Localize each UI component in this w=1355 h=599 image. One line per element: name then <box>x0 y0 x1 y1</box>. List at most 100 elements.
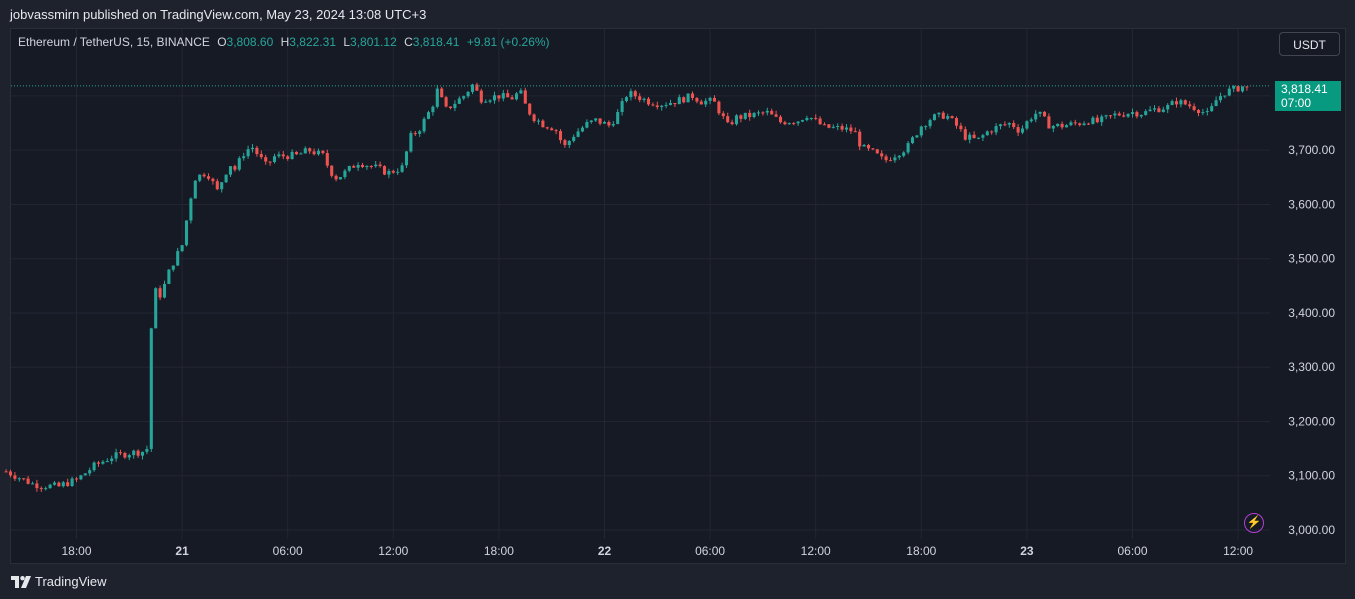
candle-body <box>998 124 1003 127</box>
x-tick-label: 06:00 <box>273 544 303 558</box>
x-tick-label: 12:00 <box>378 544 408 558</box>
candle-body <box>761 112 765 114</box>
candle-body <box>695 97 699 102</box>
candle-body <box>224 174 228 183</box>
candle-body <box>83 473 87 476</box>
candle-body <box>382 166 387 175</box>
candlestick-chart[interactable]: 3,000.00 3,100.00 3,200.00 3,300.00 3,400.00… <box>0 0 1355 599</box>
candle-body <box>959 125 963 130</box>
candle-body <box>893 157 897 161</box>
candle-body <box>158 288 162 298</box>
candle-body <box>902 152 906 156</box>
candle-body <box>866 144 871 149</box>
candle-body <box>13 475 17 479</box>
y-tick-label: 3,000.00 <box>1288 523 1335 537</box>
candle-body <box>88 470 92 474</box>
candle-body <box>884 156 888 161</box>
candle-body <box>264 157 268 162</box>
candle-body <box>954 118 959 126</box>
candle-body <box>1152 108 1157 110</box>
candle-body <box>1025 121 1029 129</box>
candle-body <box>708 97 712 101</box>
candle-body <box>589 120 593 123</box>
candle-body <box>35 483 39 489</box>
candle-body <box>457 98 461 104</box>
candle-body <box>193 180 197 199</box>
candle-body <box>919 126 923 136</box>
candle-body <box>1148 109 1152 112</box>
candle-body <box>1236 86 1240 92</box>
candle-body <box>440 88 444 98</box>
candle-body <box>184 220 189 246</box>
lightning-bolt-icon[interactable]: ⚡ <box>1244 513 1264 533</box>
candle-body <box>638 96 642 100</box>
candle-body <box>110 458 114 462</box>
candle-body <box>972 134 976 138</box>
candle-body <box>453 103 457 109</box>
candle-body <box>576 131 580 137</box>
candle-body <box>1056 123 1060 126</box>
candle-body <box>800 120 805 122</box>
candle-body <box>237 158 241 170</box>
candle-body <box>123 452 127 458</box>
candle-body <box>580 127 585 132</box>
candle-body <box>682 97 686 103</box>
tradingview-brand[interactable]: TradingView <box>11 574 107 589</box>
candle-body <box>941 112 945 119</box>
candle-body <box>365 166 369 168</box>
candle-body <box>1174 101 1179 105</box>
candle-body <box>598 118 602 124</box>
candle-body <box>968 134 972 140</box>
candle-body <box>1170 101 1174 105</box>
candle-body <box>484 101 488 103</box>
candle-body <box>246 149 250 157</box>
candle-body <box>356 164 360 168</box>
candle-body <box>66 482 70 486</box>
candle-body <box>1108 115 1113 117</box>
candle-body <box>642 98 646 100</box>
candle-body <box>1003 124 1007 126</box>
candle-body <box>303 148 307 154</box>
tradingview-logo-icon <box>11 575 31 588</box>
candle-body <box>739 115 743 119</box>
y-tick-label: 3,500.00 <box>1288 252 1335 266</box>
candle-body <box>818 118 822 125</box>
candle-body <box>946 116 950 119</box>
candle-body <box>1060 123 1064 128</box>
candle-body <box>444 97 448 107</box>
candle-body <box>985 131 989 136</box>
y-tick-label: 3,200.00 <box>1288 414 1335 428</box>
candle-body <box>633 91 637 97</box>
candle-body <box>74 478 79 480</box>
candle-body <box>479 90 483 103</box>
candle-body <box>611 124 615 126</box>
candle-body <box>127 455 131 458</box>
candle-body <box>4 471 8 473</box>
candle-body <box>677 97 681 105</box>
currency-button[interactable]: USDT <box>1279 32 1340 56</box>
candle-body <box>149 328 153 449</box>
candle-body <box>976 137 981 139</box>
candle-body <box>770 110 774 115</box>
x-tick-label: 23 <box>1020 544 1034 558</box>
candle-body <box>840 126 844 130</box>
candle-body <box>822 124 827 126</box>
candle-body <box>809 117 813 119</box>
candle-body <box>215 181 219 190</box>
candle-body <box>422 118 426 132</box>
candle-body <box>1073 122 1077 124</box>
candle-body <box>963 129 967 140</box>
candle-body <box>602 122 607 124</box>
candle-body <box>57 482 61 487</box>
candle-body <box>52 482 57 485</box>
candle-body <box>897 155 901 158</box>
candle-body <box>1183 100 1187 105</box>
candle-body <box>743 112 747 119</box>
candle-body <box>198 174 202 181</box>
candle-body <box>748 112 752 117</box>
candle-body <box>250 147 255 150</box>
candle-body <box>871 148 875 150</box>
candle-body <box>1086 123 1091 125</box>
candle-body <box>501 93 505 99</box>
candle-body <box>655 105 659 108</box>
